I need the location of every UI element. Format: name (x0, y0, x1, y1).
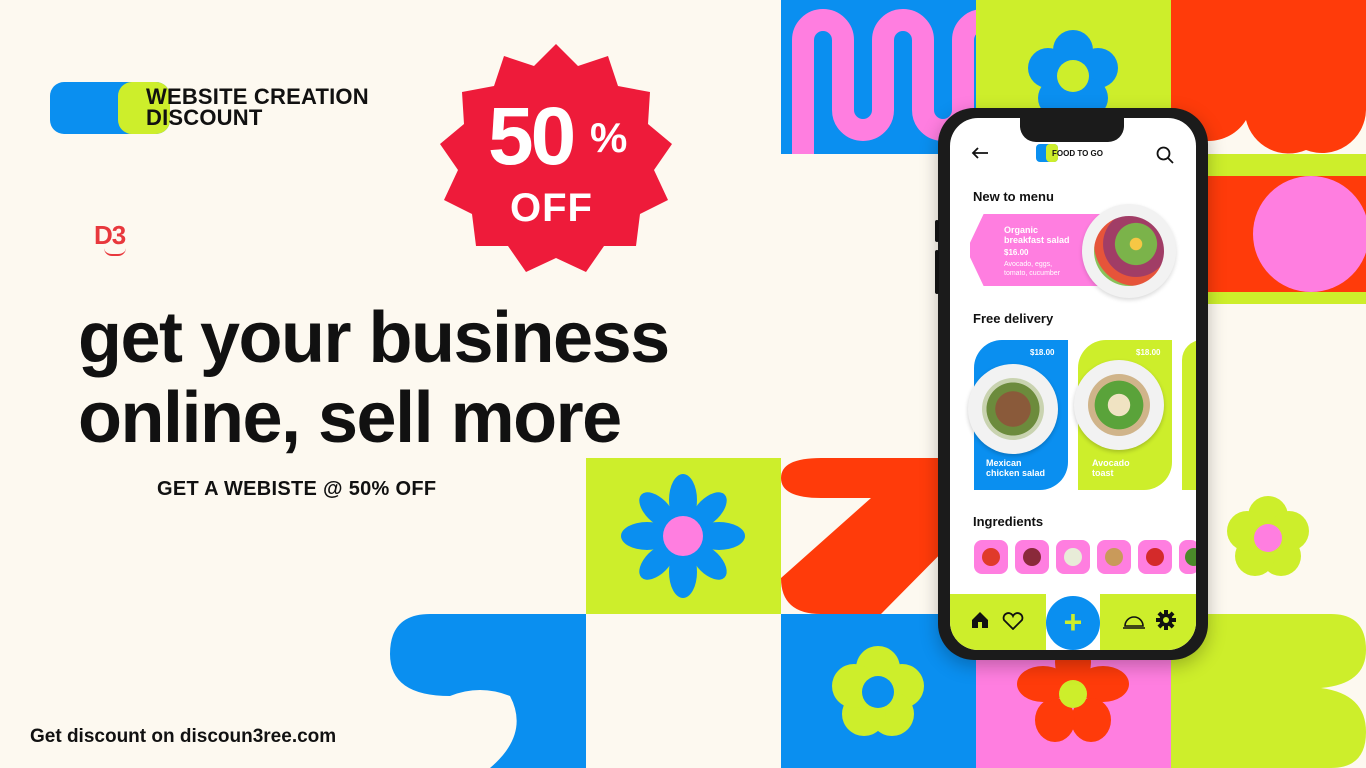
logo-smile-icon (104, 248, 126, 256)
delivery-card-1-name: Mexican chicken salad (986, 458, 1046, 478)
ingredient-onion-icon[interactable] (1015, 540, 1049, 574)
burst-off-label: OFF (510, 186, 593, 230)
gear-icon[interactable] (1156, 610, 1176, 630)
headline: get your business online, sell more (78, 298, 670, 458)
ingredient-bread-icon[interactable] (1097, 540, 1131, 574)
blue-curve-shape (390, 614, 586, 768)
phone-side-button (935, 220, 939, 242)
add-button[interactable]: + (1046, 596, 1100, 650)
search-icon[interactable] (1156, 146, 1174, 164)
menu-item-price: $16.00 (1004, 248, 1029, 257)
section-title-ingredients: Ingredients (973, 514, 1044, 529)
flower-tile-left (586, 458, 781, 614)
blue-b-tile (390, 614, 586, 768)
ingredient-tomato-icon[interactable] (974, 540, 1008, 574)
ingredient-broccoli-icon[interactable] (1179, 540, 1196, 574)
salad-plate-image (1082, 204, 1176, 298)
section-title-new: New to menu (973, 189, 1054, 204)
footer-link-text: Get discount on discoun3ree.com (30, 726, 337, 747)
home-icon[interactable] (970, 610, 990, 630)
cloche-icon[interactable] (1122, 612, 1146, 630)
phone-notch (1020, 114, 1124, 142)
delivery-card-2-price: $18.00 (1136, 348, 1161, 357)
promo-banner: WEBSITE CREATION DISCOUNT D3 get your bu… (0, 0, 1366, 768)
brand-name: FOOD TO GO (1052, 149, 1103, 158)
heart-icon[interactable] (1002, 612, 1024, 630)
delivery-card-3-peek (1182, 340, 1196, 490)
blue-daisy-icon (621, 474, 745, 598)
menu-item-name: Organic breakfast salad (1004, 225, 1070, 245)
chicken-salad-image (968, 364, 1058, 454)
badge-text: WEBSITE CREATION DISCOUNT (146, 84, 369, 130)
burst-percent: 50 (488, 91, 576, 182)
ingredient-pepper-icon[interactable] (1138, 540, 1172, 574)
phone-screen: FOOD TO GO New to menu Organic breakfast… (950, 118, 1196, 650)
delivery-card-2-name: Avocado toast (1092, 458, 1130, 478)
lime-flower-right (1220, 490, 1316, 586)
d3-logo: D3 (94, 220, 126, 250)
arrow-left-icon[interactable] (970, 146, 990, 160)
delivery-card-1-price: $18.00 (1030, 348, 1055, 357)
section-title-delivery: Free delivery (973, 311, 1054, 326)
menu-item-desc: Avocado, eggs, tomato, cucumber (1004, 261, 1061, 277)
lime-flower-icon (1227, 496, 1309, 576)
avocado-toast-image (1074, 360, 1164, 450)
ingredient-cucumber-icon[interactable] (1056, 540, 1090, 574)
burst-percent-sign: % (590, 114, 628, 161)
subheadline: GET A WEBISTE @ 50% OFF (157, 478, 437, 500)
